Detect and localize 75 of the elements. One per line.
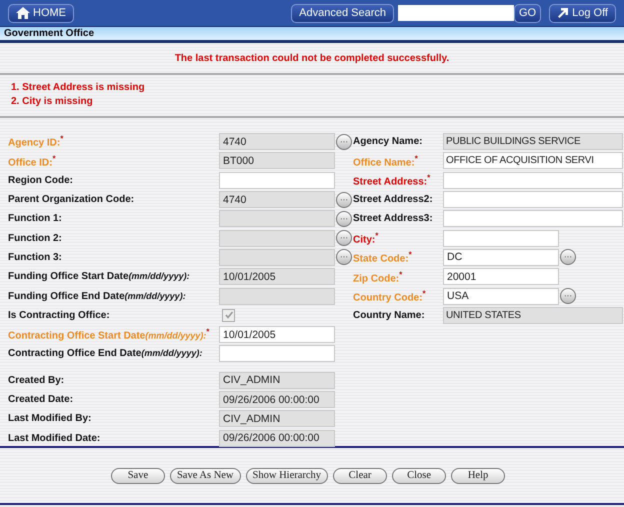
lookup-button[interactable]: ···: [560, 288, 576, 304]
go-button[interactable]: GO: [514, 4, 542, 22]
action-button[interactable]: Show Hierarchy: [246, 468, 328, 484]
input-field[interactable]: DC: [443, 248, 559, 266]
field-label: Office ID:$^{*}$: [8, 154, 57, 168]
input-field[interactable]: 10/01/2005: [219, 268, 335, 286]
lookup-button[interactable]: ···: [336, 192, 352, 208]
input-field[interactable]: [219, 288, 335, 305]
page-title: Government Office: [4, 28, 94, 39]
input-field[interactable]: [219, 345, 335, 362]
lookup-button[interactable]: ···: [336, 230, 352, 246]
field-label: Street Address3:: [353, 213, 434, 224]
input-field[interactable]: 10/01/2005: [219, 326, 335, 344]
input-field[interactable]: 4740: [219, 191, 335, 208]
field-label: Region Code:: [8, 174, 74, 186]
field-label: Agency Name:: [353, 136, 424, 148]
input-field[interactable]: [219, 172, 335, 189]
field-label: Funding Office Start Date(mm/dd/yyyy):: [8, 271, 191, 282]
advanced-search-button[interactable]: Advanced Search: [291, 4, 394, 22]
action-button[interactable]: Save: [110, 468, 165, 484]
action-button[interactable]: Save As New: [170, 468, 241, 484]
field-label: Funding Office End Date(mm/dd/yyyy):: [8, 290, 187, 302]
input-field[interactable]: 09/26/2006 00:00:00: [219, 430, 335, 447]
home-button[interactable]: HOME: [8, 4, 74, 22]
field-label: Country Code:$^{*}$: [353, 288, 427, 304]
log-off-button[interactable]: Log Off: [549, 4, 616, 22]
input-field[interactable]: BT000: [219, 152, 335, 170]
input-field[interactable]: USA: [443, 288, 559, 305]
search-field[interactable]: [398, 5, 514, 21]
field-label: Agency ID:$^{*}$: [8, 134, 64, 149]
input-field[interactable]: [443, 210, 623, 228]
input-field[interactable]: UNITED STATES: [443, 306, 623, 324]
field-label: Country Name:: [353, 310, 426, 321]
input-field[interactable]: OFFICE OF ACQUISITION SERVI: [443, 152, 623, 170]
lookup-button[interactable]: ···: [336, 249, 352, 266]
field-label: Created By:: [8, 374, 66, 386]
input-field[interactable]: [219, 248, 335, 266]
input-field[interactable]: [219, 230, 335, 247]
field-label: Is Contracting Office:: [8, 310, 111, 321]
field-label: Zip Code:$^{*}$: [353, 270, 404, 284]
lookup-button[interactable]: ···: [560, 249, 576, 266]
arrow-icon: [557, 7, 570, 19]
input-field[interactable]: 09/26/2006 00:00:00: [219, 391, 335, 408]
field-label: Created Date:: [8, 394, 74, 405]
input-field[interactable]: CIV_ADMIN: [219, 372, 335, 389]
action-button[interactable]: Close: [392, 468, 446, 484]
error-item: 2. City is missing: [11, 95, 94, 109]
action-button[interactable]: Help: [451, 468, 506, 484]
field-label: Function 1:: [8, 213, 63, 224]
field-label: City:$^{*}$: [353, 230, 380, 248]
lookup-button[interactable]: ···: [336, 134, 352, 150]
field-label: Office Name:$^{*}$: [353, 154, 419, 168]
field-label: Contracting Office Start Date(mm/dd/yyyy):$^{*}$: [8, 327, 210, 342]
action-button[interactable]: Clear: [333, 468, 388, 484]
field-label: Function 3:: [8, 252, 63, 263]
field-label: State Code:$^{*}$: [353, 250, 413, 265]
field-label: Street Address2:: [353, 194, 434, 206]
input-field[interactable]: 20001: [443, 268, 559, 286]
field-label: Last Modified Date:: [8, 432, 102, 444]
input-field[interactable]: [443, 230, 559, 247]
field-label: Street Address:$^{*}$: [353, 172, 432, 190]
input-field[interactable]: CIV_ADMIN: [219, 410, 335, 428]
lookup-button[interactable]: ···: [336, 210, 352, 227]
input-field[interactable]: 4740: [219, 133, 335, 150]
input-field[interactable]: [443, 191, 623, 208]
field-label: Parent Organization Code:: [8, 194, 136, 206]
input-field[interactable]: [219, 210, 335, 228]
input-field[interactable]: [443, 172, 623, 189]
input-field[interactable]: PUBLIC BUILDINGS SERVICE: [443, 133, 623, 150]
house-icon: [16, 7, 30, 19]
error-message: The last transaction could not be completed successfully.: [174, 52, 450, 64]
field-label: Contracting Office End Date(mm/dd/yyyy):: [8, 348, 204, 360]
error-item: 1. Street Address is missing: [11, 81, 146, 95]
field-label: Last Modified By:: [8, 413, 92, 424]
field-label: Function 2:: [8, 232, 63, 244]
